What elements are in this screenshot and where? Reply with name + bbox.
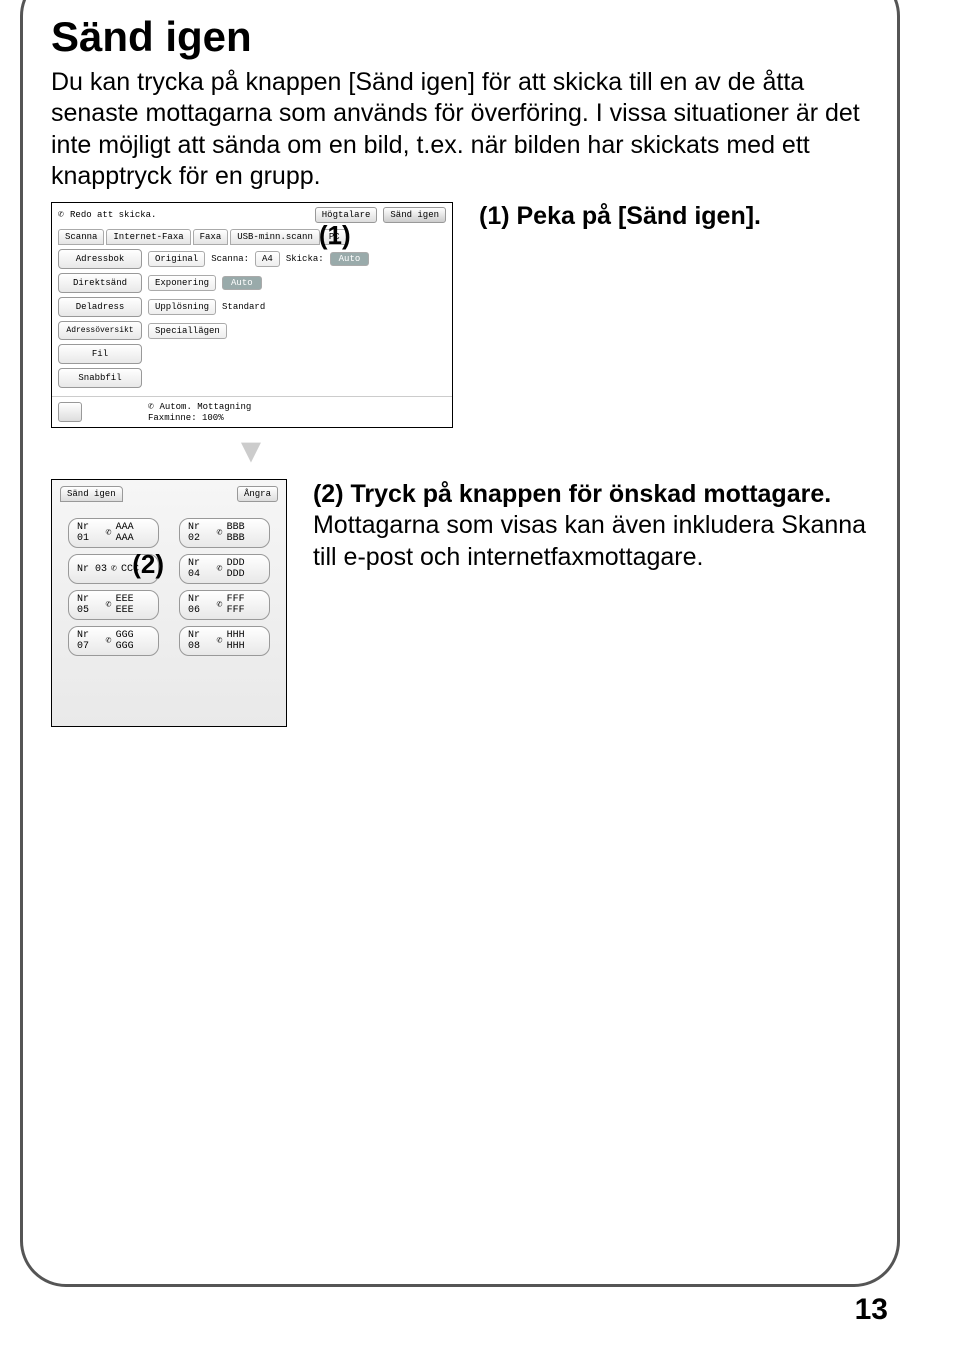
recipient-button[interactable]: Nr 03 ✆ CCC(2) (68, 554, 159, 584)
recipient-no: Nr 02 (188, 522, 213, 544)
handset-icon: ✆ (58, 209, 64, 221)
recipient-no: Nr 03 (77, 564, 107, 575)
intro-text: Du kan trycka på knappen [Sänd igen] för… (51, 67, 869, 192)
val-auto-send: Auto (330, 252, 370, 266)
step2-title: (2) Tryck på knappen för önskad mottagar… (313, 479, 869, 510)
tab-pc[interactable]: PC (1) (322, 229, 347, 245)
recipient-button[interactable]: Nr 06 ✆ FFF FFF (179, 590, 270, 620)
lbl-scanna: Scanna: (211, 254, 249, 264)
btn-exponering[interactable]: Exponering (148, 275, 216, 291)
phone-icon: ✆ (217, 563, 223, 575)
down-arrow-icon: ▼ (51, 432, 451, 471)
recipient-no: Nr 07 (77, 630, 102, 652)
btn-original[interactable]: Original (148, 251, 205, 267)
tab-faxa[interactable]: Faxa (193, 229, 229, 245)
phone-icon: ✆ (217, 635, 223, 647)
phone-icon: ✆ (106, 527, 112, 539)
side-fil[interactable]: Fil (58, 344, 142, 364)
recipient-button[interactable]: Nr 07 ✆ GGG GGG (68, 626, 159, 656)
step1-text: (1) Peka på [Sänd igen]. (479, 202, 761, 231)
tab-scanna[interactable]: Scanna (58, 229, 104, 245)
recipient-no: Nr 05 (77, 594, 102, 616)
val-a4[interactable]: A4 (255, 251, 280, 267)
resend-title-tab: Sänd igen (60, 486, 123, 502)
recipient-button[interactable]: Nr 05 ✆ EEE EEE (68, 590, 159, 620)
phone-icon: ✆ (106, 599, 112, 611)
btn-speciallagen[interactable]: Speciallägen (148, 323, 227, 339)
tab-internet-faxa[interactable]: Internet-Faxa (106, 229, 190, 245)
recipient-no: Nr 04 (188, 558, 213, 580)
tab-usb[interactable]: USB-minn.scann (230, 229, 320, 245)
recipient-button[interactable]: Nr 04 ✆ DDD DDD (179, 554, 270, 584)
recipient-name: GGG GGG (116, 630, 150, 652)
resend-list-panel: Sänd igen Ångra Nr 01 ✆ AAA AAA Nr 02 ✆ B… (51, 479, 287, 727)
resend-button[interactable]: Sänd igen (383, 207, 446, 223)
recipient-name: HHH HHH (227, 630, 261, 652)
phone-icon: ✆ (217, 599, 223, 611)
side-adressoversikt[interactable]: Adressöversikt (58, 321, 142, 340)
page-number: 13 (855, 1293, 888, 1327)
val-auto-exp: Auto (222, 276, 262, 290)
page-title: Sänd igen (51, 13, 869, 61)
side-snabbfil[interactable]: Snabbfil (58, 368, 142, 388)
val-standard: Standard (222, 302, 265, 312)
fax-screen-panel: ✆ Redo att skicka. Högtalare Sänd igen S… (51, 202, 453, 428)
autoreceive-label: Autom. Mottagning (159, 402, 251, 412)
status-text: Redo att skicka. (70, 210, 156, 220)
step2-body: Mottagarna som visas kan även inkludera … (313, 510, 869, 573)
recipient-no: Nr 01 (77, 522, 102, 544)
side-adressbok[interactable]: Adressbok (58, 249, 142, 269)
recipient-no: Nr 08 (188, 630, 213, 652)
faxmem-label: Faxminne: 100% (148, 413, 224, 423)
phone-icon: ✆ (217, 527, 223, 539)
lbl-skicka: Skicka: (286, 254, 324, 264)
callout-1: (1) (317, 220, 353, 251)
phone-icon: ✆ (111, 563, 117, 575)
recipient-no: Nr 06 (188, 594, 213, 616)
preview-icon[interactable] (58, 402, 82, 422)
recipient-button[interactable]: Nr 02 ✆ BBB BBB (179, 518, 270, 548)
side-deladress[interactable]: Deladress (58, 297, 142, 317)
recipient-button[interactable]: Nr 08 ✆ HHH HHH (179, 626, 270, 656)
phone-icon: ✆ (106, 635, 112, 647)
recipient-name: BBB BBB (227, 522, 261, 544)
recipient-name: EEE EEE (116, 594, 150, 616)
btn-upplosning[interactable]: Upplösning (148, 299, 216, 315)
recipient-button[interactable]: Nr 01 ✆ AAA AAA (68, 518, 159, 548)
cancel-button[interactable]: Ångra (237, 486, 278, 502)
recipient-name: AAA AAA (116, 522, 150, 544)
side-direktsand[interactable]: Direktsänd (58, 273, 142, 293)
recipient-name: DDD DDD (227, 558, 261, 580)
callout-2: (2) (132, 549, 164, 580)
handset-icon-small: ✆ (148, 402, 154, 413)
recipient-name: FFF FFF (227, 594, 261, 616)
